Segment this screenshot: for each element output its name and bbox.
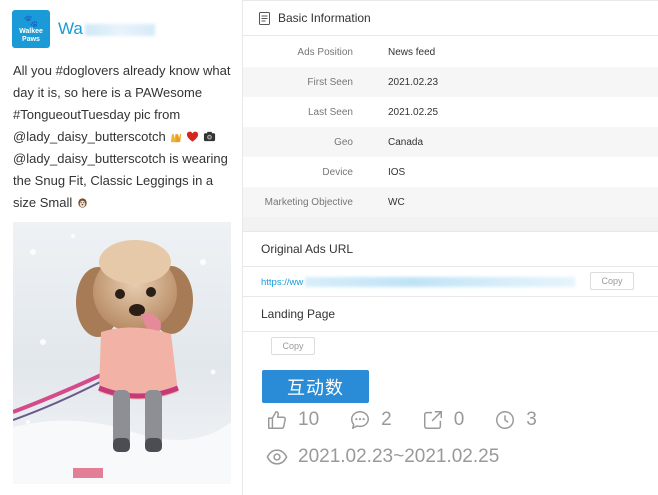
thumbs-up-icon: [268, 411, 286, 429]
info-row-geo: Geo Canada: [243, 127, 658, 157]
comment-icon: [351, 411, 370, 429]
post-caption: All you #doglovers already know what day…: [13, 60, 237, 214]
info-value: IOS: [388, 166, 406, 178]
clock-stat: 3: [494, 409, 537, 431]
info-label: Ads Position: [297, 46, 353, 58]
dog-emoji-icon: [78, 198, 87, 208]
logo-text-line2: Paws: [22, 35, 40, 43]
copy-landing-page-button[interactable]: Copy: [271, 337, 315, 355]
info-label: Marketing Objective: [264, 196, 353, 208]
shares-stat: 0: [422, 409, 465, 431]
interaction-count-badge: 互动数: [262, 370, 369, 403]
basic-info-title: Basic Information: [278, 11, 371, 25]
comments-count: 2: [381, 409, 392, 430]
advertiser-name-redacted: [84, 23, 155, 36]
likes-stat: 10: [266, 409, 319, 431]
info-value: 2021.02.23: [388, 76, 439, 88]
info-label: Last Seen: [307, 106, 353, 118]
original-url-header: Original Ads URL: [243, 231, 658, 267]
advertiser-name-text: Wa: [58, 19, 83, 38]
landing-page-title: Landing Page: [261, 307, 336, 321]
logo-text-line1: Walkee: [19, 27, 43, 35]
date-range-text: 2021.02.23~2021.02.25: [298, 446, 500, 467]
info-row-device: Device IOS: [243, 157, 658, 187]
url-redacted: [305, 276, 576, 287]
eye-icon: [266, 449, 288, 465]
paw-icon: 🐾: [23, 13, 39, 28]
advertiser-name[interactable]: Wa: [58, 19, 155, 39]
section-spacer: [243, 217, 658, 231]
date-range-row: 2021.02.23~2021.02.25: [266, 443, 499, 471]
info-value: 2021.02.25: [388, 106, 439, 118]
shares-count: 0: [453, 409, 465, 430]
basic-info-header: Basic Information: [243, 0, 658, 36]
share-icon: [423, 411, 442, 429]
interaction-stats: 10 2 0 3: [266, 406, 567, 434]
heart-emoji-icon: [186, 131, 198, 142]
info-row-ads-position: Ads Position News feed: [243, 37, 658, 67]
caption-part2: @lady_daisy_butterscotch is wearing the …: [13, 151, 228, 210]
post-header: 🐾 Walkee Paws Wa: [12, 10, 155, 48]
info-row-marketing-objective: Marketing Objective WC: [243, 187, 658, 217]
info-value: News feed: [388, 46, 436, 58]
info-value: Canada: [388, 136, 424, 148]
ad-image[interactable]: [13, 222, 231, 484]
document-icon: [259, 11, 270, 25]
url-text-start: https://ww: [261, 276, 304, 288]
comments-stat: 2: [349, 409, 392, 431]
info-row-last-seen: Last Seen 2021.02.25: [243, 97, 658, 127]
camera-emoji-icon: [203, 131, 215, 142]
clock-count: 3: [526, 409, 537, 430]
raised-hands-emoji-icon: [171, 133, 182, 143]
advertiser-logo[interactable]: 🐾 Walkee Paws: [12, 10, 50, 48]
info-label: Device: [322, 166, 353, 178]
original-url-title: Original Ads URL: [261, 242, 354, 256]
dog-photo-illustration: [13, 234, 231, 484]
copy-url-button[interactable]: Copy: [590, 272, 634, 290]
clock-icon: [496, 411, 515, 429]
landing-page-header: Landing Page: [243, 296, 658, 332]
likes-count: 10: [298, 409, 320, 430]
original-url-link[interactable]: https://ww: [261, 276, 576, 288]
info-value: WC: [388, 196, 405, 208]
info-label: First Seen: [307, 76, 353, 88]
ad-post: 🐾 Walkee Paws Wa All you #doglovers alre…: [0, 0, 242, 495]
info-row-first-seen: First Seen 2021.02.23: [243, 67, 658, 97]
info-label: Geo: [334, 136, 353, 148]
